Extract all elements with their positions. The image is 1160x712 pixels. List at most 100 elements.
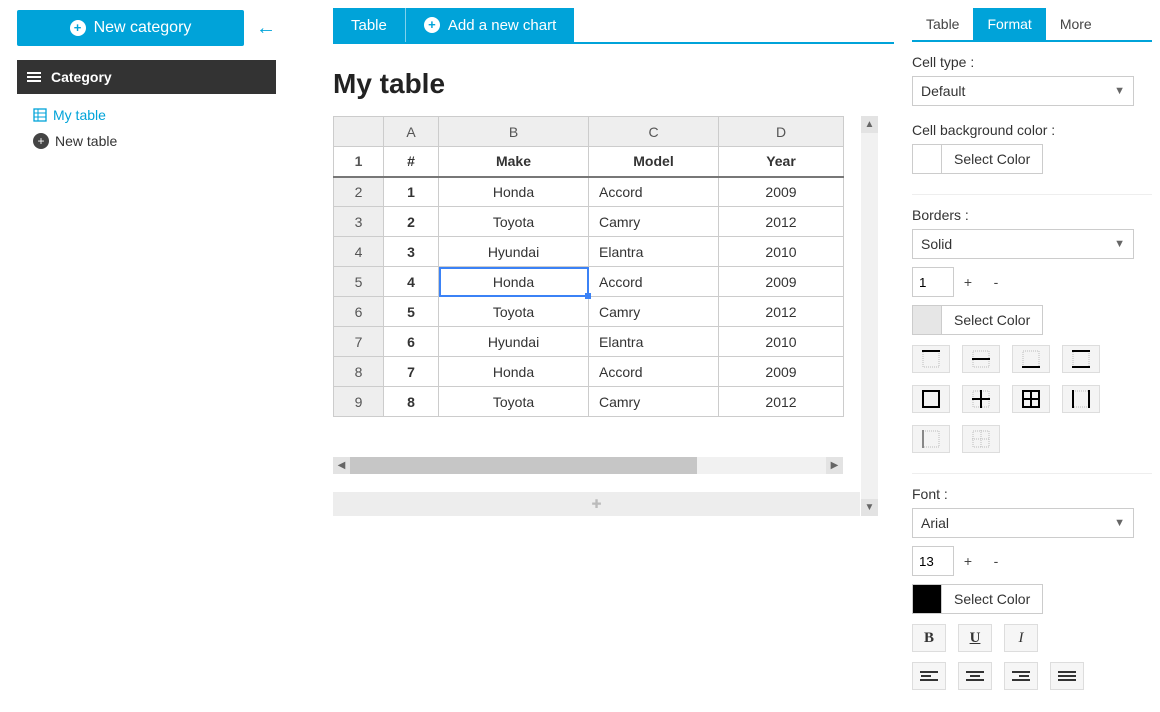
border-top-button[interactable] <box>912 345 950 373</box>
cell[interactable]: 2 <box>384 207 439 237</box>
font-color-swatch[interactable] <box>912 584 942 614</box>
cell[interactable]: Camry <box>589 207 719 237</box>
cell[interactable]: Camry <box>589 387 719 417</box>
font-size-input[interactable] <box>912 546 954 576</box>
cell[interactable]: 2009 <box>719 357 844 387</box>
cell[interactable]: 2010 <box>719 327 844 357</box>
border-bottom-button[interactable] <box>1012 345 1050 373</box>
col-header[interactable]: A <box>384 117 439 147</box>
cell[interactable]: 2009 <box>719 177 844 207</box>
cell[interactable]: 2010 <box>719 237 844 267</box>
cell[interactable]: 8 <box>384 387 439 417</box>
tree-item-new-table[interactable]: + New table <box>33 128 276 154</box>
border-inner-v-button[interactable] <box>1062 385 1100 413</box>
cell[interactable]: Honda <box>439 177 589 207</box>
border-left-button[interactable] <box>912 425 950 453</box>
cell[interactable]: 1 <box>384 177 439 207</box>
bold-button[interactable]: B <box>912 624 946 652</box>
italic-button[interactable]: I <box>1004 624 1038 652</box>
align-left-button[interactable] <box>912 662 946 690</box>
cell[interactable]: Honda <box>439 267 589 297</box>
cell[interactable]: 3 <box>384 237 439 267</box>
step-up-button[interactable]: + <box>954 546 982 576</box>
row-header[interactable]: 4 <box>334 237 384 267</box>
row-header[interactable]: 2 <box>334 177 384 207</box>
border-width-input[interactable] <box>912 267 954 297</box>
scroll-up-icon[interactable]: ▲ <box>861 116 878 133</box>
cell[interactable]: Elantra <box>589 327 719 357</box>
step-down-button[interactable]: - <box>982 546 1010 576</box>
border-all-button[interactable] <box>1012 385 1050 413</box>
scroll-thumb[interactable] <box>350 457 697 474</box>
border-inner-button[interactable] <box>962 385 1000 413</box>
tab-more[interactable]: More <box>1046 8 1106 40</box>
cell[interactable]: Accord <box>589 357 719 387</box>
vertical-scrollbar[interactable]: ▲ ▼ <box>861 116 878 516</box>
scroll-left-icon[interactable]: ◀ <box>333 457 350 474</box>
add-row-bar[interactable]: ✚ <box>333 492 860 516</box>
cell[interactable]: Make <box>439 147 589 177</box>
cell[interactable]: 2009 <box>719 267 844 297</box>
row-header[interactable]: 1 <box>334 147 384 177</box>
category-header[interactable]: Category <box>17 60 276 94</box>
cell[interactable]: Elantra <box>589 237 719 267</box>
cell[interactable]: Year <box>719 147 844 177</box>
scroll-track[interactable] <box>861 133 878 499</box>
corner-cell[interactable] <box>334 117 384 147</box>
cell[interactable]: Honda <box>439 357 589 387</box>
step-up-button[interactable]: + <box>954 267 982 297</box>
cell[interactable]: 2012 <box>719 297 844 327</box>
col-header[interactable]: B <box>439 117 589 147</box>
tree-item-my-table[interactable]: My table <box>33 102 276 128</box>
col-header[interactable]: C <box>589 117 719 147</box>
tab-table[interactable]: Table <box>333 8 405 42</box>
cell[interactable]: Accord <box>589 177 719 207</box>
bg-color-swatch[interactable] <box>912 144 942 174</box>
cell[interactable]: Toyota <box>439 297 589 327</box>
cell[interactable]: 5 <box>384 297 439 327</box>
align-justify-button[interactable] <box>1050 662 1084 690</box>
horizontal-scrollbar[interactable]: ◀ ▶ <box>333 457 843 474</box>
border-color-swatch[interactable] <box>912 305 942 335</box>
underline-button[interactable]: U <box>958 624 992 652</box>
cell[interactable]: 2012 <box>719 387 844 417</box>
cell[interactable]: Accord <box>589 267 719 297</box>
row-header[interactable]: 5 <box>334 267 384 297</box>
align-center-button[interactable] <box>958 662 992 690</box>
step-down-button[interactable]: - <box>982 267 1010 297</box>
cell[interactable]: Hyundai <box>439 237 589 267</box>
tab-table[interactable]: Table <box>912 8 973 40</box>
border-none-button[interactable] <box>962 425 1000 453</box>
col-header[interactable]: D <box>719 117 844 147</box>
align-right-button[interactable] <box>1004 662 1038 690</box>
cell[interactable]: Hyundai <box>439 327 589 357</box>
scroll-down-icon[interactable]: ▼ <box>861 499 878 516</box>
tab-format[interactable]: Format <box>973 8 1045 40</box>
select-bg-color-button[interactable]: Select Color <box>942 144 1043 174</box>
scroll-right-icon[interactable]: ▶ <box>826 457 843 474</box>
cell[interactable]: 2012 <box>719 207 844 237</box>
sheet-table[interactable]: A B C D 1#MakeModelYear21HondaAccord2009… <box>333 116 844 417</box>
border-outer-button[interactable] <box>912 385 950 413</box>
cell-type-select[interactable]: Default ▼ <box>912 76 1134 106</box>
collapse-sidebar-icon[interactable]: ← <box>256 17 276 40</box>
tab-add-chart[interactable]: + Add a new chart <box>405 8 574 42</box>
new-category-button[interactable]: + New category <box>17 10 244 46</box>
cell[interactable]: # <box>384 147 439 177</box>
row-header[interactable]: 6 <box>334 297 384 327</box>
select-font-color-button[interactable]: Select Color <box>942 584 1043 614</box>
row-header[interactable]: 8 <box>334 357 384 387</box>
row-header[interactable]: 3 <box>334 207 384 237</box>
cell[interactable]: 6 <box>384 327 439 357</box>
scroll-track[interactable] <box>350 457 826 474</box>
border-middle-h-button[interactable] <box>962 345 1000 373</box>
cell[interactable]: 4 <box>384 267 439 297</box>
font-family-select[interactable]: Arial ▼ <box>912 508 1134 538</box>
row-header[interactable]: 7 <box>334 327 384 357</box>
cell[interactable]: Camry <box>589 297 719 327</box>
row-header[interactable]: 9 <box>334 387 384 417</box>
select-border-color-button[interactable]: Select Color <box>942 305 1043 335</box>
cell[interactable]: Toyota <box>439 387 589 417</box>
cell[interactable]: Toyota <box>439 207 589 237</box>
border-inner-h-button[interactable] <box>1062 345 1100 373</box>
